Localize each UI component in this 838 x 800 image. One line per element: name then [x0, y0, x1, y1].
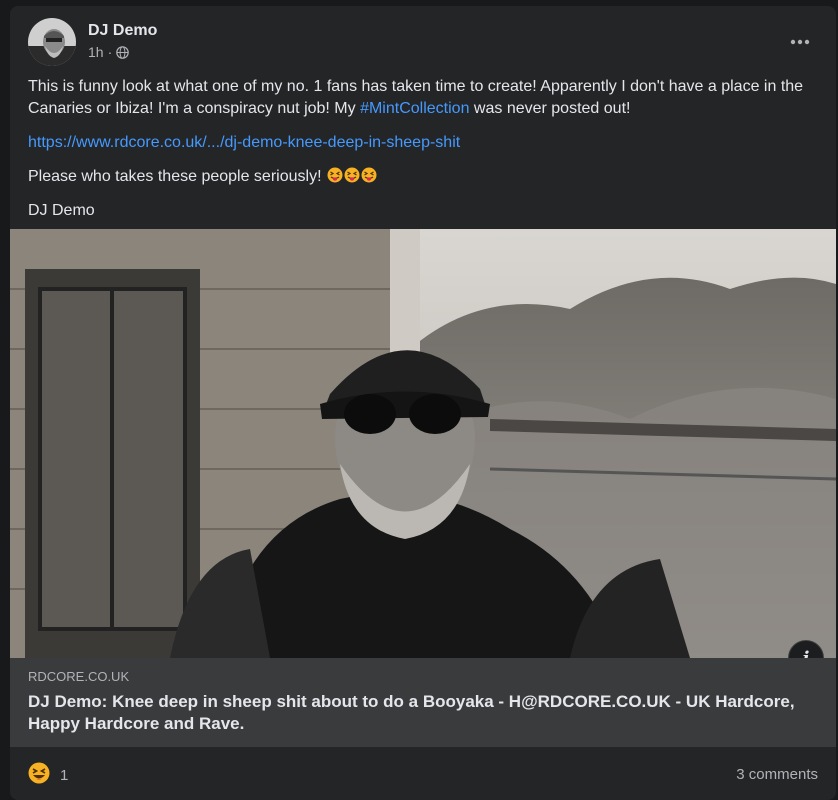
reaction-summary[interactable]: 1	[28, 762, 68, 788]
more-horizontal-icon[interactable]	[782, 24, 818, 60]
link-title[interactable]: DJ Demo: Knee deep in sheep shit about t…	[28, 691, 808, 735]
link-preview-image[interactable]: i	[10, 229, 836, 658]
post-footer: 1 3 comments	[28, 758, 818, 788]
reaction-count: 1	[60, 766, 69, 784]
post-card: DJ Demo 1h · This is funny look at what …	[10, 6, 836, 800]
hashtag-link[interactable]: #MintCollection	[360, 100, 469, 117]
post-url-link[interactable]: https://www.rdcore.co.uk/.../dj-demo-kne…	[28, 134, 460, 151]
post-url-paragraph: https://www.rdcore.co.uk/.../dj-demo-kne…	[28, 132, 820, 154]
link-preview-card[interactable]: RDCORE.CO.UK DJ Demo: Knee deep in sheep…	[10, 658, 836, 747]
globe-icon[interactable]	[116, 45, 130, 59]
post-header: DJ Demo 1h ·	[28, 18, 818, 66]
post-time[interactable]: 1h	[88, 44, 104, 60]
comments-count-link[interactable]: 3 comments	[736, 766, 818, 783]
post-paragraph: This is funny look at what one of my no.…	[28, 78, 804, 117]
haha-reaction-icon	[28, 762, 50, 788]
post-body: This is funny look at what one of my no.…	[28, 76, 820, 234]
post-signature: DJ Demo	[28, 202, 95, 219]
post-paragraph-3: Please who takes these people seriously!	[28, 166, 820, 188]
avatar[interactable]	[28, 18, 76, 66]
author-name[interactable]: DJ Demo	[88, 22, 157, 40]
post-meta: 1h ·	[88, 44, 130, 60]
squinting-tongue-emoji-icon	[326, 167, 377, 185]
link-domain: RDCORE.CO.UK	[28, 669, 130, 684]
